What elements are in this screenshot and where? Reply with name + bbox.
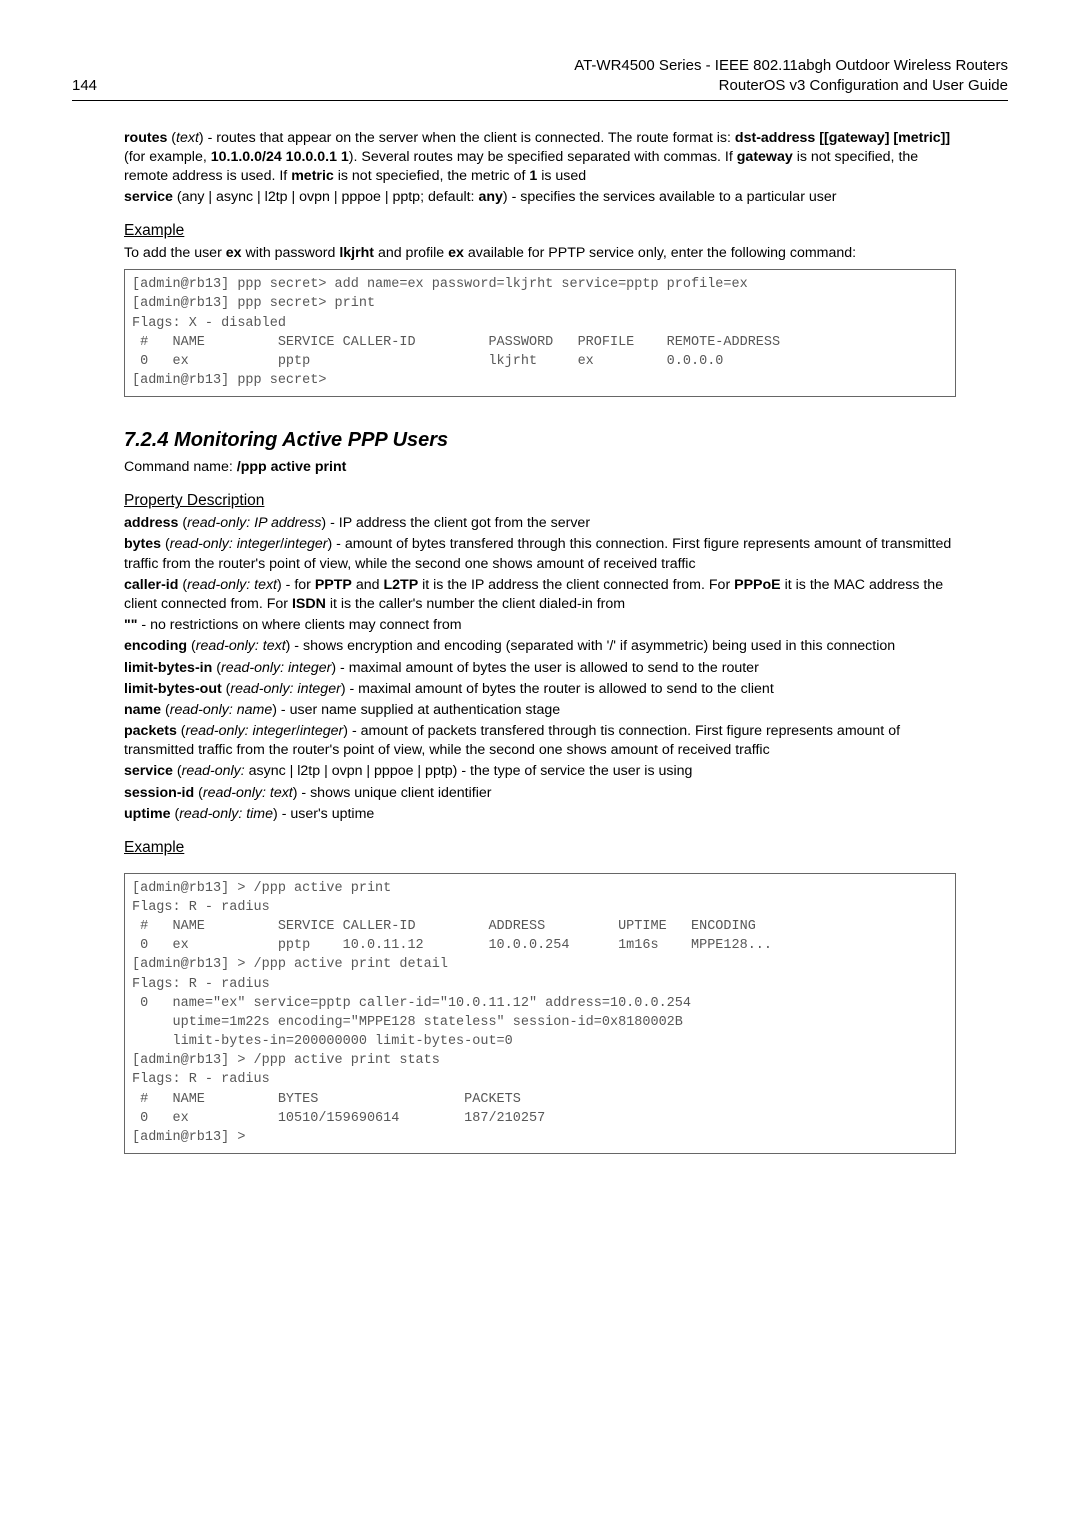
prop-session: session-id [124, 785, 194, 801]
session-type: read-only: text [203, 785, 293, 801]
lbo-desc: ) - maximal amount of bytes the router i… [341, 681, 774, 697]
prop-lbi: limit-bytes-in [124, 660, 212, 676]
caller-type: read-only: text [187, 577, 277, 593]
gateway-word: gateway [737, 149, 793, 165]
e1-i1: To add the user [124, 245, 226, 261]
prop-bytes: bytes [124, 536, 161, 552]
command-name-line: Command name: /ppp active print [124, 458, 956, 477]
example1-heading: Example [124, 221, 956, 242]
routes-paragraph: routes (text) - routes that appear on th… [124, 129, 956, 187]
session-desc: ) - shows unique client identifier [293, 785, 492, 801]
e1-pwd: lkjrht [339, 245, 374, 261]
lbi-line: limit-bytes-in (read-only: integer) - ma… [124, 659, 956, 678]
session-line: session-id (read-only: text) - shows uni… [124, 784, 956, 803]
service-default: any [478, 189, 502, 205]
prop-encoding: encoding [124, 638, 187, 654]
service-line: service (read-only: async | l2tp | ovpn … [124, 762, 956, 781]
caller-line: caller-id (read-only: text) - for PPTP a… [124, 576, 956, 614]
and-word: and [352, 577, 384, 593]
prop-uptime: uptime [124, 806, 171, 822]
page-content: routes (text) - routes that appear on th… [124, 129, 956, 1155]
e1-profile: ex [448, 245, 464, 261]
e1-i3: and profile [374, 245, 448, 261]
propdesc-heading: Property Description [124, 491, 956, 512]
routes-desc3: ). Several routes may be specified separ… [349, 149, 737, 165]
bytes-type2: integer [284, 536, 327, 552]
lbo-type: read-only: integer [230, 681, 340, 697]
service-paragraph: service (any | async | l2tp | ovpn | ppp… [124, 188, 956, 207]
page-header: 144 AT-WR4500 Series - IEEE 802.11abgh O… [72, 56, 1008, 101]
address-type: read-only: IP address [187, 515, 321, 531]
bytes-type: read-only: integer [170, 536, 280, 552]
prop-lbo: limit-bytes-out [124, 681, 222, 697]
example1-code: [admin@rb13] ppp secret> add name=ex pas… [124, 269, 956, 397]
routes-desc6: is used [537, 168, 586, 184]
e1-i4: available for PPTP service only, enter t… [464, 245, 856, 261]
e1-user: ex [226, 245, 242, 261]
lbo-line: limit-bytes-out (read-only: integer) - m… [124, 680, 956, 699]
empty-desc: - no restrictions on where clients may c… [137, 617, 461, 633]
address-desc: ) - IP address the client got from the s… [321, 515, 590, 531]
prop-service2: service [124, 763, 173, 779]
prop-packets: packets [124, 723, 177, 739]
empty-line: "" - no restrictions on where clients ma… [124, 616, 956, 635]
pptp-word: PPTP [315, 577, 352, 593]
uptime-type: read-only: time [179, 806, 273, 822]
type-text: text [176, 130, 199, 146]
isdn-word: ISDN [292, 596, 326, 612]
cmd-label: Command name: [124, 459, 237, 475]
bytes-line: bytes (read-only: integer/integer) - amo… [124, 535, 956, 573]
uptime-desc: ) - user's uptime [273, 806, 374, 822]
packets-type: read-only: integer [186, 723, 296, 739]
encoding-line: encoding (read-only: text) - shows encry… [124, 637, 956, 656]
section-heading: 7.2.4 Monitoring Active PPP Users [124, 427, 956, 454]
example2-heading: Example [124, 838, 956, 859]
encoding-type: read-only: text [196, 638, 286, 654]
e1-i2: with password [242, 245, 340, 261]
prop-address: address [124, 515, 178, 531]
uptime-line: uptime (read-only: time) - user's uptime [124, 805, 956, 824]
doc-title-line1: AT-WR4500 Series - IEEE 802.11abgh Outdo… [574, 56, 1008, 76]
cmd-value: /ppp active print [237, 459, 347, 475]
caller-d4: it is the caller's number the client dia… [326, 596, 625, 612]
page-number: 144 [72, 76, 97, 96]
doc-title-line2: RouterOS v3 Configuration and User Guide [574, 76, 1008, 96]
prop-routes: routes [124, 130, 167, 146]
lbi-desc: ) - maximal amount of bytes the user is … [331, 660, 758, 676]
l2tp-word: L2TP [383, 577, 418, 593]
routes-example: 10.1.0.0/24 10.0.0.1 1 [211, 149, 349, 165]
metric-word: metric [291, 168, 334, 184]
routes-desc2: (for example, [124, 149, 211, 165]
name-desc: ) - user name supplied at authentication… [272, 702, 560, 718]
prop-caller: caller-id [124, 577, 178, 593]
packets-line: packets (read-only: integer/integer) - a… [124, 722, 956, 760]
service-vals: (any | async | l2tp | ovpn | pppoe | ppt… [173, 189, 479, 205]
pppoe-word: PPPoE [734, 577, 781, 593]
example2-code: [admin@rb13] > /ppp active print Flags: … [124, 873, 956, 1154]
caller-d2: it is the IP address the client connecte… [418, 577, 734, 593]
prop-name: name [124, 702, 161, 718]
lbi-type: read-only: integer [221, 660, 331, 676]
name-type: read-only: name [170, 702, 273, 718]
name-line: name (read-only: name) - user name suppl… [124, 701, 956, 720]
example1-intro: To add the user ex with password lkjrht … [124, 244, 956, 263]
routes-desc1: ) - routes that appear on the server whe… [199, 130, 735, 146]
routes-desc5: is not speciefied, the metric of [334, 168, 530, 184]
prop-empty: "" [124, 617, 137, 633]
routes-format: dst-address [[gateway] [metric]] [735, 130, 950, 146]
service-desc: ) - specifies the services available to … [503, 189, 837, 205]
prop-service: service [124, 189, 173, 205]
encoding-desc: ) - shows encryption and encoding (separ… [286, 638, 895, 654]
doc-title-block: AT-WR4500 Series - IEEE 802.11abgh Outdo… [574, 56, 1008, 97]
service-vals2: async | l2tp | ovpn | pppoe | pptp) - th… [245, 763, 693, 779]
address-line: address (read-only: IP address) - IP add… [124, 514, 956, 533]
packets-type2: integer [300, 723, 343, 739]
service-type: read-only: [182, 763, 245, 779]
caller-d1: ) - for [277, 577, 315, 593]
